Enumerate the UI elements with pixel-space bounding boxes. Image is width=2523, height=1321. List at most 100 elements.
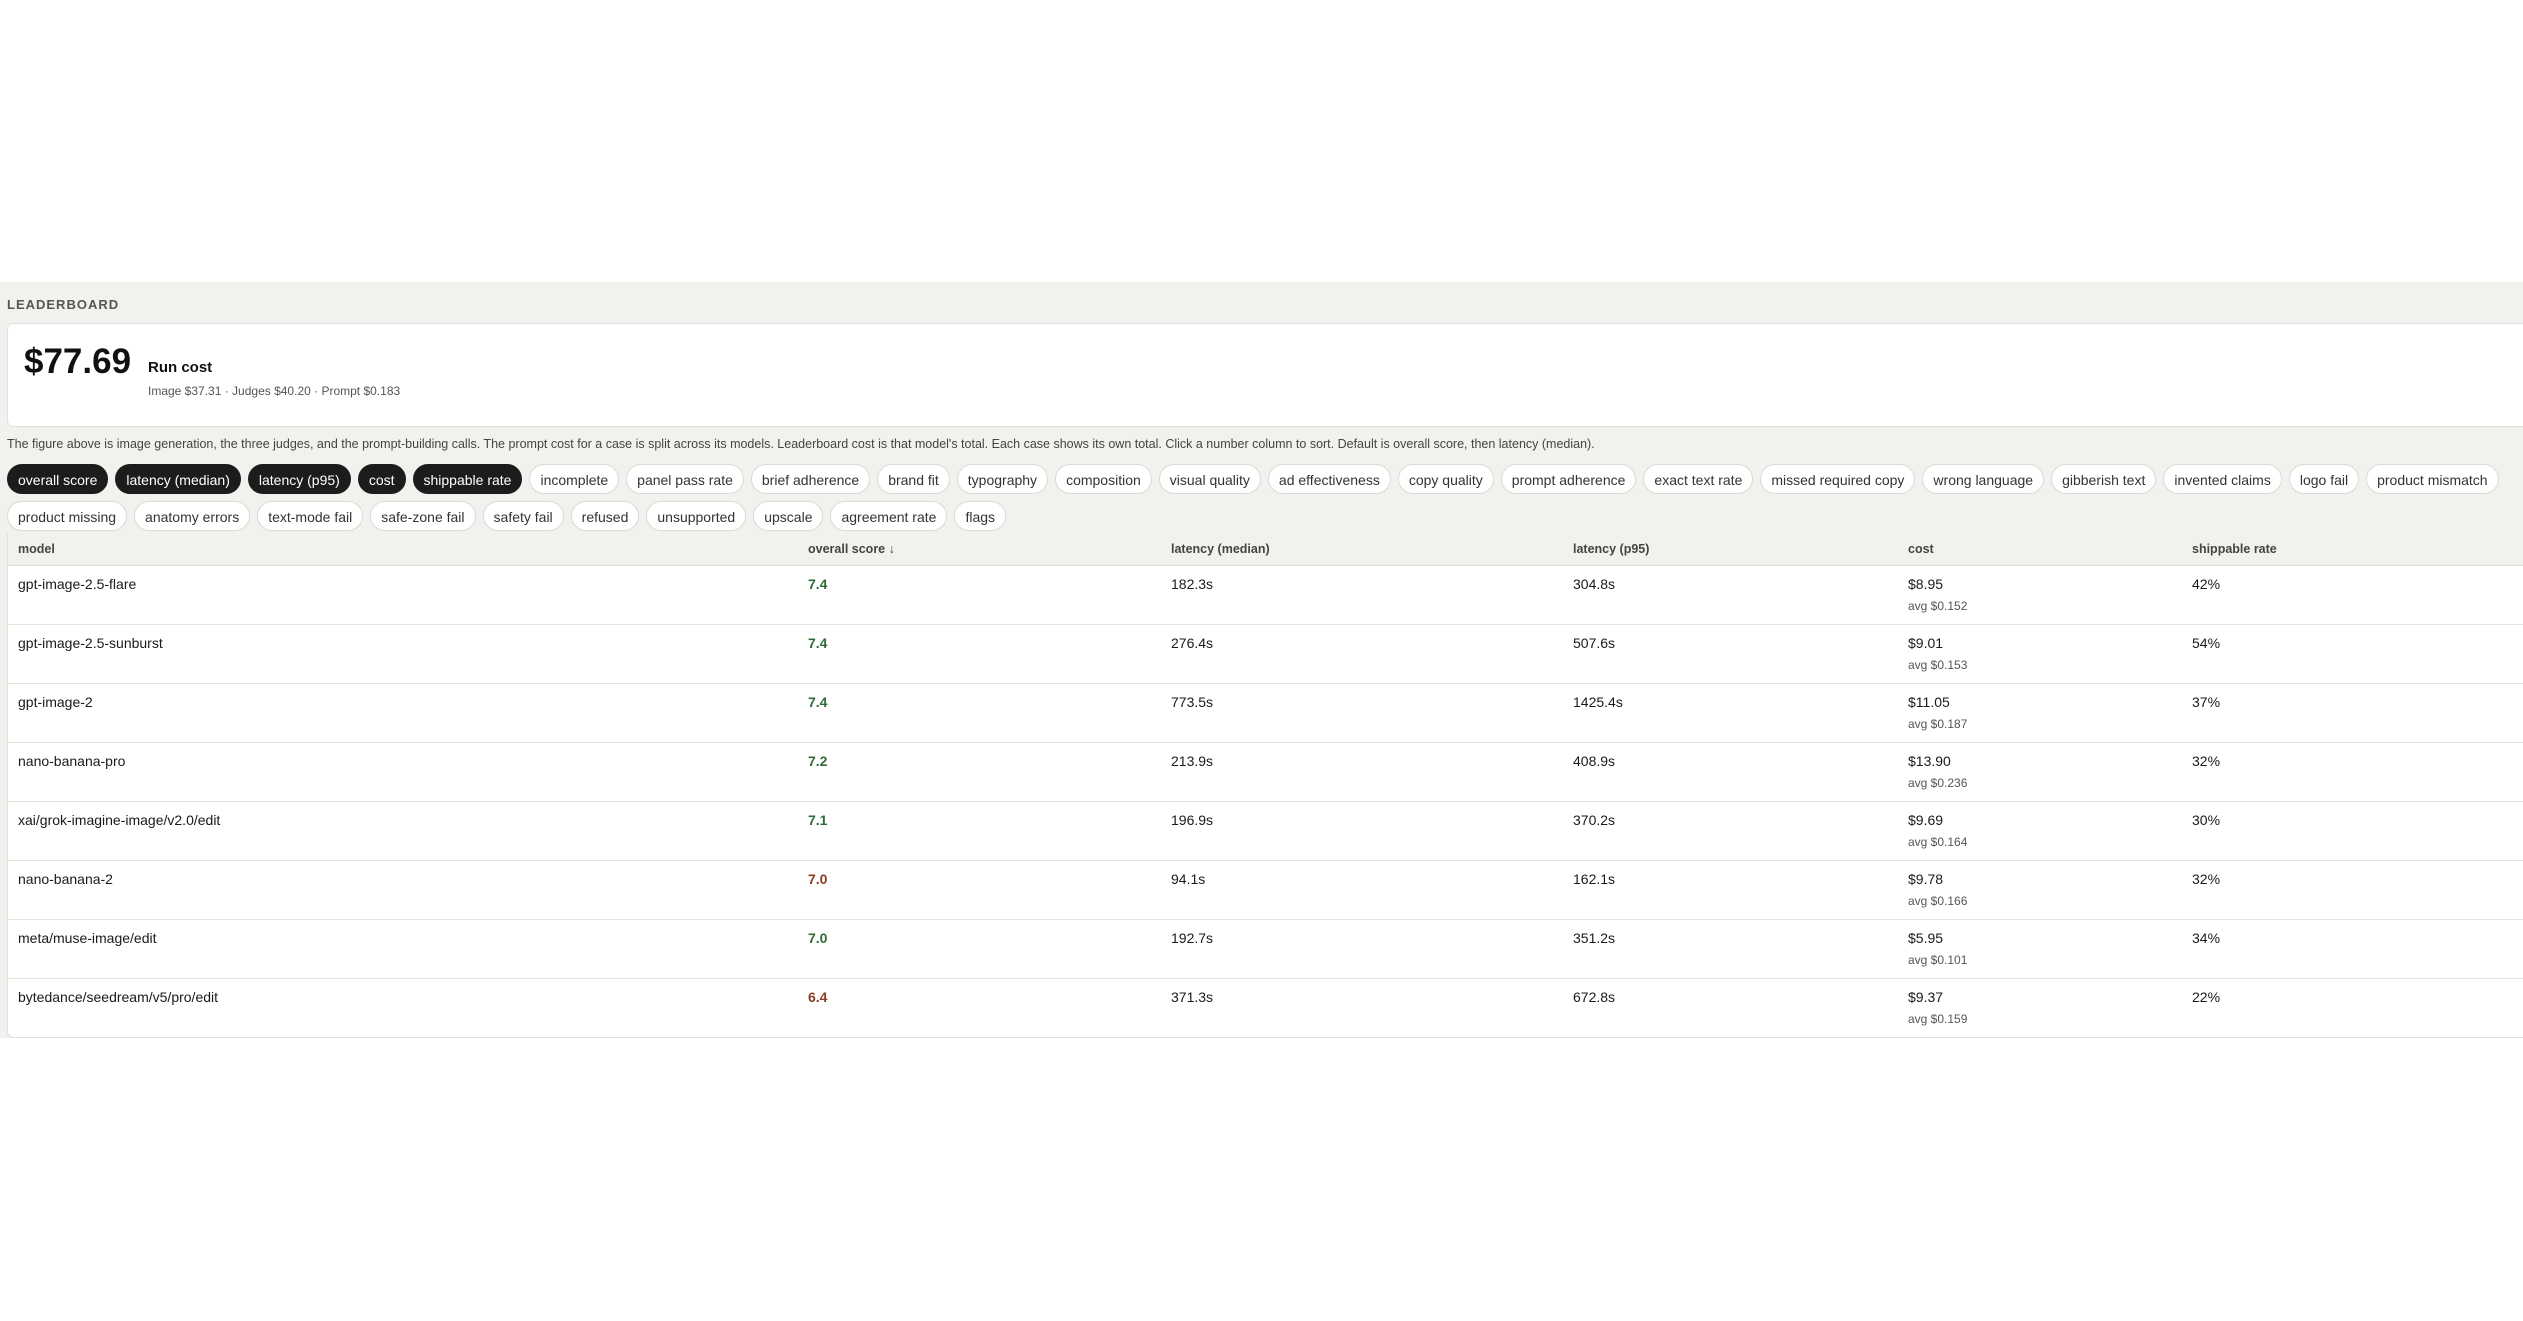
header-latency-p95[interactable]: latency (p95) (1573, 533, 1908, 566)
header-cost[interactable]: cost (1908, 533, 2192, 566)
latency-median-value: 773.5s (1171, 694, 1214, 710)
cell-overall-score: 7.1 (808, 801, 1171, 861)
table-row[interactable]: meta/muse-image/edit 7.0 192.7s 351.2s $5.95… (8, 919, 2523, 979)
column-chip-gibberish-text[interactable]: gibberish text (2051, 464, 2157, 494)
column-chip-overall-score[interactable]: overall score (7, 464, 109, 494)
column-chip-copy-quality[interactable]: copy quality (1397, 464, 1494, 494)
column-chip-refused[interactable]: refused (570, 501, 640, 531)
column-chip-brand-fit[interactable]: brand fit (877, 464, 950, 494)
column-chip-product-missing[interactable]: product missing (7, 501, 128, 531)
cell-latency-median: 773.5s (1171, 683, 1573, 743)
cell-shippable-rate: 22% (2192, 979, 2523, 1038)
overall-score-value: 7.4 (808, 635, 828, 651)
model-name: gpt-image-2 (18, 694, 93, 710)
column-chip-upscale[interactable]: upscale (753, 501, 824, 531)
latency-p95-value: 351.2s (1573, 930, 1616, 946)
table-row[interactable]: gpt-image-2.5-flare 7.4 182.3s 304.8s $8.95 a… (8, 565, 2523, 625)
latency-p95-value: 304.8s (1573, 576, 1616, 592)
cell-model: bytedance/seedream/v5/pro/edit (8, 979, 808, 1038)
column-chip-product-mismatch[interactable]: product mismatch (2366, 464, 2499, 494)
cost-total: $8.95 (1908, 576, 1944, 592)
column-chip-incomplete[interactable]: incomplete (529, 464, 620, 494)
column-chip-brief-adherence[interactable]: brief adherence (750, 464, 871, 494)
cell-cost: $9.78 avg $0.166 (1908, 860, 2192, 920)
cell-latency-p95: 408.9s (1573, 742, 1908, 802)
cell-latency-p95: 304.8s (1573, 565, 1908, 625)
cost-avg: avg $0.164 (1908, 835, 1968, 849)
leaderboard-table-container: model overall score ↓ latency (median) l… (7, 533, 2523, 1038)
latency-p95-value: 507.6s (1573, 635, 1616, 651)
cost-avg: avg $0.187 (1908, 717, 1968, 731)
column-chip-unsupported[interactable]: unsupported (646, 501, 747, 531)
cost-avg: avg $0.166 (1908, 894, 1968, 908)
cell-latency-p95: 162.1s (1573, 860, 1908, 920)
column-chip-wrong-language[interactable]: wrong language (1922, 464, 2045, 494)
shippable-rate-value: 22% (2192, 989, 2221, 1005)
latency-median-value: 192.7s (1171, 930, 1214, 946)
cell-latency-median: 94.1s (1171, 860, 1573, 920)
shippable-rate-value: 30% (2192, 812, 2221, 828)
run-cost-card: $77.69 Run cost Image $37.31 · Judges $4… (7, 323, 2523, 427)
model-name: gpt-image-2.5-sunburst (18, 635, 163, 651)
model-name: gpt-image-2.5-flare (18, 576, 137, 592)
cell-cost: $9.01 avg $0.153 (1908, 624, 2192, 684)
column-chip-anatomy-errors[interactable]: anatomy errors (134, 501, 251, 531)
model-name: bytedance/seedream/v5/pro/edit (18, 989, 219, 1005)
header-shippable-rate[interactable]: shippable rate (2192, 533, 2523, 566)
leaderboard-note: The figure above is image generation, th… (7, 437, 1595, 451)
column-chip-typography[interactable]: typography (956, 464, 1049, 494)
table-row[interactable]: gpt-image-2 7.4 773.5s 1425.4s $11.05 avg $0.… (8, 683, 2523, 743)
cost-total: $11.05 (1908, 694, 1950, 710)
table-row[interactable]: nano-banana-pro 7.2 213.9s 408.9s $13.90 avg … (8, 742, 2523, 802)
column-chip-agreement-rate[interactable]: agreement rate (830, 501, 948, 531)
latency-median-value: 196.9s (1171, 812, 1214, 828)
column-chip-prompt-adherence[interactable]: prompt adherence (1500, 464, 1637, 494)
table-row[interactable]: gpt-image-2.5-sunburst 7.4 276.4s 507.6s $9.… (8, 624, 2523, 684)
header-overall-score[interactable]: overall score ↓ (808, 533, 1171, 566)
table-row[interactable]: xai/grok-imagine-image/v2.0/edit 7.1 196.9… (8, 801, 2523, 861)
latency-p95-value: 370.2s (1573, 812, 1616, 828)
header-latency-median[interactable]: latency (median) (1171, 533, 1573, 566)
latency-p95-value: 1425.4s (1573, 694, 1623, 710)
latency-median-value: 94.1s (1171, 871, 1206, 887)
column-chip-safety-fail[interactable]: safety fail (482, 501, 564, 531)
shippable-rate-value: 54% (2192, 635, 2221, 651)
table-body: gpt-image-2.5-flare 7.4 182.3s 304.8s $8.95 a… (8, 565, 2523, 1038)
column-chip-cost[interactable]: cost (357, 464, 406, 494)
cell-model: gpt-image-2.5-flare (8, 565, 808, 625)
column-chip-exact-text-rate[interactable]: exact text rate (1643, 464, 1754, 494)
column-chip-visual-quality[interactable]: visual quality (1158, 464, 1261, 494)
cell-cost: $11.05 avg $0.187 (1908, 683, 2192, 743)
shippable-rate-value: 32% (2192, 753, 2221, 769)
column-chip-invented-claims[interactable]: invented claims (2163, 464, 2282, 494)
cell-latency-median: 182.3s (1171, 565, 1573, 625)
cell-latency-median: 213.9s (1171, 742, 1573, 802)
latency-median-value: 182.3s (1171, 576, 1214, 592)
cost-total: $9.37 (1908, 989, 1944, 1005)
table-row[interactable]: nano-banana-2 7.0 94.1s 162.1s $9.78 avg $0.1… (8, 860, 2523, 920)
table-header-row: model overall score ↓ latency (median) l… (8, 533, 2523, 566)
column-chip-composition[interactable]: composition (1055, 464, 1152, 494)
column-chip-missed-required-copy[interactable]: missed required copy (1760, 464, 1916, 494)
overall-score-value: 7.4 (808, 694, 828, 710)
cell-shippable-rate: 37% (2192, 683, 2523, 743)
column-chip-flags[interactable]: flags (954, 501, 1007, 531)
cell-latency-p95: 672.8s (1573, 979, 1908, 1038)
column-chip-safe-zone-fail[interactable]: safe-zone fail (370, 501, 476, 531)
column-chip-latency-p95-[interactable]: latency (p95) (247, 464, 351, 494)
overall-score-value: 7.0 (808, 930, 828, 946)
cost-total: $9.78 (1908, 871, 1944, 887)
column-chip-panel-pass-rate[interactable]: panel pass rate (626, 464, 744, 494)
column-chip-text-mode-fail[interactable]: text-mode fail (257, 501, 364, 531)
overall-score-value: 7.0 (808, 871, 828, 887)
table-row[interactable]: bytedance/seedream/v5/pro/edit 6.4 371.3s 6… (8, 979, 2523, 1038)
cell-overall-score: 7.0 (808, 919, 1171, 979)
column-chip-ad-effectiveness[interactable]: ad effectiveness (1267, 464, 1391, 494)
cell-latency-median: 192.7s (1171, 919, 1573, 979)
cell-cost: $8.95 avg $0.152 (1908, 565, 2192, 625)
overall-score-value: 7.4 (808, 576, 828, 592)
column-chip-logo-fail[interactable]: logo fail (2288, 464, 2360, 494)
column-chip-shippable-rate[interactable]: shippable rate (412, 464, 523, 494)
header-model[interactable]: model (8, 533, 808, 566)
column-chip-latency-median-[interactable]: latency (median) (115, 464, 241, 494)
